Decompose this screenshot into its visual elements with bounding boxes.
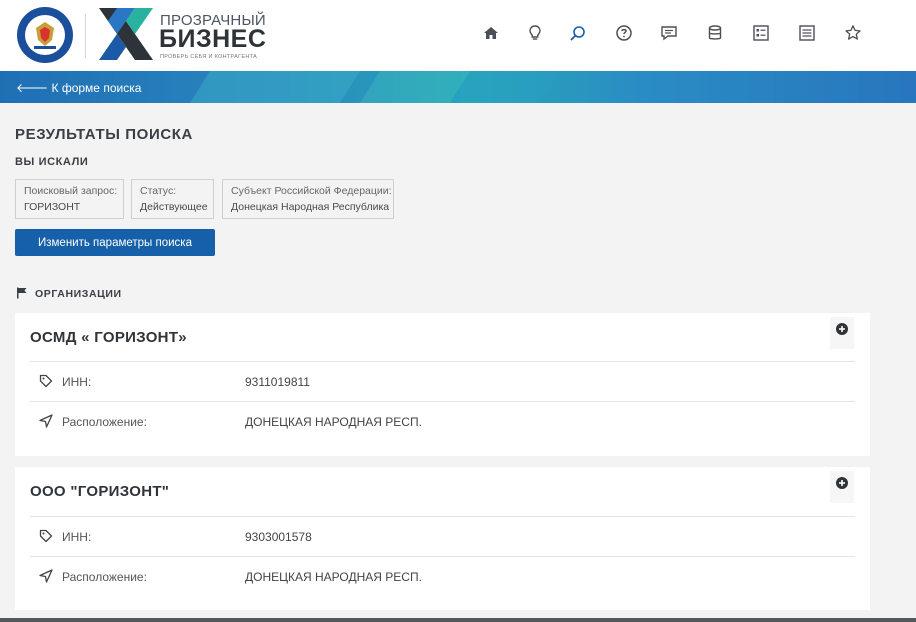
logo-divider xyxy=(85,14,86,58)
inn-value: 9311019811 xyxy=(245,375,310,389)
criterion-value: Действующее xyxy=(140,201,208,213)
search-summary-title: ВЫ ИСКАЛИ xyxy=(15,156,89,168)
criterion-value: Донецкая Народная Республика xyxy=(231,201,390,213)
page-title: РЕЗУЛЬТАТЫ ПОИСКА xyxy=(15,126,193,143)
inn-label: ИНН: xyxy=(62,375,92,389)
result-card: ООО "ГОРИЗОНТ" ИНН: 9303001578 Расположе… xyxy=(15,467,870,610)
criterion-value: ГОРИЗОНТ xyxy=(24,201,81,213)
criterion-query: Поисковый запрос: ГОРИЗОНТ xyxy=(15,179,124,219)
plus-circle-icon xyxy=(836,477,848,489)
location-arrow-icon xyxy=(39,569,53,583)
chat-icon[interactable] xyxy=(658,22,680,44)
tag-icon xyxy=(39,374,53,388)
inn-label: ИНН: xyxy=(62,530,92,544)
star-icon[interactable] xyxy=(842,22,864,44)
list-icon[interactable] xyxy=(796,22,818,44)
site-header: ПРОЗРАЧНЫЙ БИЗНЕС ПРОВЕРЬ СЕБЯ И КОНТРАГ… xyxy=(0,0,916,71)
location-arrow-icon xyxy=(39,414,53,428)
organization-name[interactable]: ОСМД « ГОРИЗОНТ» xyxy=(30,329,187,346)
change-search-params-button[interactable]: Изменить параметры поиска xyxy=(15,229,215,256)
inn-row: ИНН: 9303001578 xyxy=(30,516,855,557)
criterion-status: Статус: Действующее xyxy=(131,179,214,219)
criterion-label: Субъект Российской Федерации: xyxy=(231,185,392,197)
result-card: ОСМД « ГОРИЗОНТ» ИНН: 9311019811 Располо… xyxy=(15,313,870,456)
expand-button[interactable] xyxy=(830,471,854,503)
search-icon[interactable] xyxy=(567,22,589,44)
help-icon[interactable] xyxy=(613,22,635,44)
plus-circle-icon xyxy=(836,323,848,335)
inn-row: ИНН: 9311019811 xyxy=(30,361,855,402)
lightbulb-icon[interactable] xyxy=(524,22,546,44)
home-icon[interactable] xyxy=(480,22,502,44)
fns-emblem-logo[interactable] xyxy=(16,6,74,64)
brand-name-line2: БИЗНЕС xyxy=(159,25,267,53)
location-row: Расположение: ДОНЕЦКАЯ НАРОДНАЯ РЕСП. xyxy=(30,556,855,597)
location-value: ДОНЕЦКАЯ НАРОДНАЯ РЕСП. xyxy=(245,415,422,429)
back-to-search-link[interactable]: 🡐 К форме поиска xyxy=(16,80,141,95)
brand-tagline: ПРОВЕРЬ СЕБЯ И КОНТРАГЕНТА xyxy=(160,54,258,60)
location-value: ДОНЕЦКАЯ НАРОДНАЯ РЕСП. xyxy=(245,570,422,584)
criterion-label: Статус: xyxy=(140,185,177,197)
criterion-region: Субъект Российской Федерации: Донецкая Н… xyxy=(222,179,394,219)
inn-value: 9303001578 xyxy=(245,530,312,544)
checklist-icon[interactable] xyxy=(750,22,772,44)
tag-icon xyxy=(39,529,53,543)
criterion-label: Поисковый запрос: xyxy=(24,185,118,197)
section-title-organizations: ОРГАНИЗАЦИИ xyxy=(35,288,122,300)
brand-logo-mark[interactable] xyxy=(95,4,157,64)
flag-icon xyxy=(17,287,27,299)
location-label: Расположение: xyxy=(62,415,147,429)
expand-button[interactable] xyxy=(830,317,854,349)
organization-name[interactable]: ООО "ГОРИЗОНТ" xyxy=(30,483,169,500)
database-icon[interactable] xyxy=(704,22,726,44)
location-row: Расположение: ДОНЕЦКАЯ НАРОДНАЯ РЕСП. xyxy=(30,401,855,442)
window-bottom-edge xyxy=(0,618,916,622)
location-label: Расположение: xyxy=(62,570,147,584)
